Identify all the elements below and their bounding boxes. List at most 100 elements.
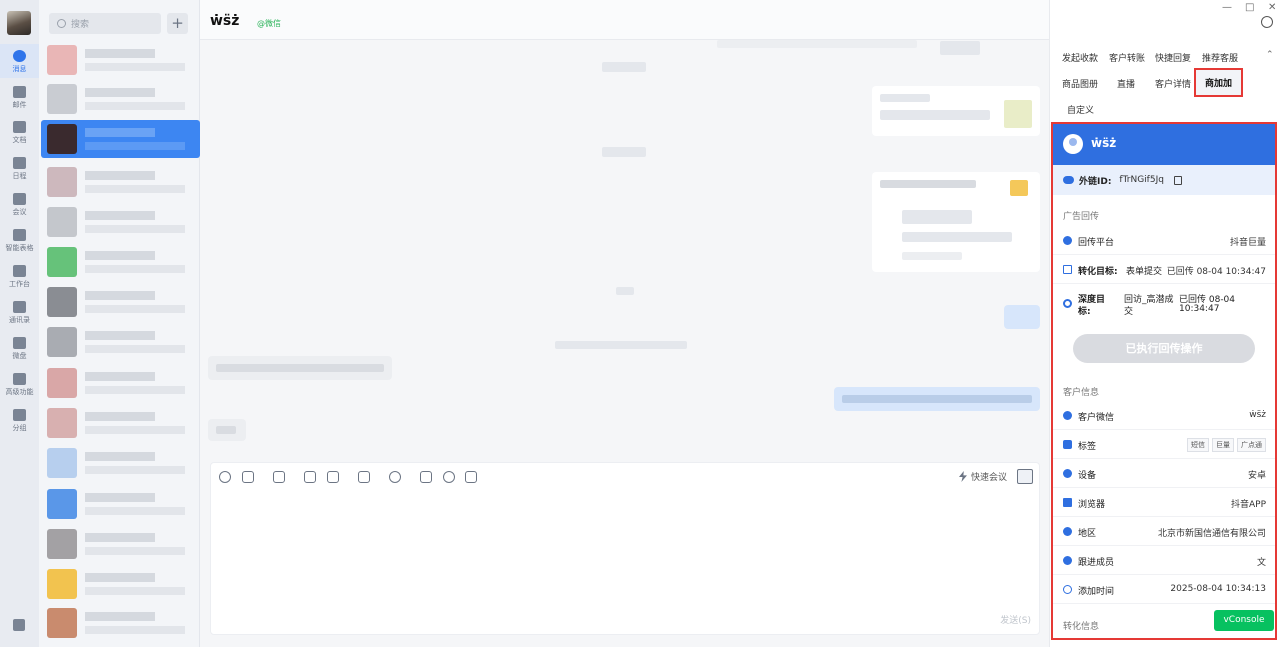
quick-meeting-button[interactable]: 快速会议 <box>958 470 1007 483</box>
screenshot-scissors-icon[interactable] <box>242 471 254 483</box>
file-icon[interactable] <box>304 471 316 483</box>
more-icon[interactable] <box>443 471 455 483</box>
conversation-avatar <box>47 489 77 519</box>
conversion-target-row: 转化目标: 表单提交 已回传 08-04 10:34:47 <box>1053 255 1275 284</box>
nav-item-advanced[interactable]: 高级功能 <box>0 367 39 401</box>
image-icon[interactable] <box>273 471 285 483</box>
conversation-item[interactable] <box>41 565 200 603</box>
nav-item-contacts[interactable]: 通讯录 <box>0 295 39 329</box>
tab-shangjiajia[interactable]: 商加加 <box>1194 68 1244 97</box>
side-panel-toggle-icon[interactable] <box>1017 469 1033 484</box>
customer-avatar <box>1063 134 1083 154</box>
vconsole-button[interactable]: vConsole <box>1214 610 1274 631</box>
conversation-avatar <box>47 327 77 357</box>
system-notice <box>555 341 687 349</box>
nav-item-drive[interactable]: 微盘 <box>0 331 39 365</box>
nav-item-smart-table[interactable]: 智能表格 <box>0 223 39 257</box>
conversation-item[interactable] <box>41 323 200 361</box>
nav-item-messages[interactable]: 消息 <box>0 44 39 78</box>
message-bubble[interactable] <box>208 419 246 441</box>
code-icon <box>1063 498 1072 507</box>
chat-bubble-icon <box>13 49 26 62</box>
folder-icon[interactable] <box>358 471 370 483</box>
conversation-item[interactable] <box>41 203 200 241</box>
building-icon[interactable] <box>13 619 25 631</box>
window-close-button[interactable]: ✕ <box>1268 2 1276 13</box>
user-avatar[interactable] <box>7 11 31 35</box>
add-button[interactable]: + <box>167 13 188 34</box>
conversation-item-selected[interactable] <box>41 120 200 158</box>
conversation-item[interactable] <box>41 404 200 442</box>
conversation-list: 搜索 + <box>39 0 200 647</box>
deep-target-row: 深度目 标: 回访_高潜成 交 已回传 08-04 10:34:47 <box>1053 284 1275 326</box>
message-content <box>717 40 917 48</box>
message-bubble-mine[interactable] <box>1004 305 1040 329</box>
tag-chip[interactable]: 短信 <box>1187 438 1209 452</box>
message-bubble-mine[interactable] <box>834 387 1040 411</box>
video-meeting-icon <box>13 192 26 205</box>
copy-icon[interactable] <box>1173 175 1182 185</box>
nav-item-meeting[interactable]: 会议 <box>0 187 39 221</box>
emoji-icon[interactable] <box>219 471 231 483</box>
conversation-item[interactable] <box>41 525 200 563</box>
conversation-item[interactable] <box>41 243 200 281</box>
window-minimize-button[interactable]: — <box>1222 2 1232 13</box>
nav-item-docs[interactable]: 文档 <box>0 115 39 149</box>
nav-item-groups[interactable]: 分组 <box>0 403 39 437</box>
search-icon <box>57 19 66 28</box>
conversation-item[interactable] <box>41 364 200 402</box>
chat-header: ẇs̈ż @微信 <box>200 0 1049 40</box>
tag-icon <box>1063 440 1072 449</box>
message-bubble[interactable] <box>872 172 1040 272</box>
add-contact-icon[interactable] <box>1261 16 1273 28</box>
phone-icon[interactable] <box>389 471 401 483</box>
customer-info-section-title: 客户信息 <box>1063 388 1100 398</box>
conversation-item[interactable] <box>41 41 200 79</box>
conversation-avatar <box>47 448 77 478</box>
tab-collect-payment[interactable]: 发起收款 <box>1062 51 1098 64</box>
tab-customer-details[interactable]: 客户详情 <box>1155 77 1191 90</box>
red-packet-icon[interactable] <box>420 471 432 483</box>
tab-customer-transfer[interactable]: 客户转账 <box>1109 51 1145 64</box>
conversation-avatar <box>47 247 77 277</box>
conversation-item[interactable] <box>41 283 200 321</box>
conversation-avatar <box>47 408 77 438</box>
conversation-avatar <box>47 287 77 317</box>
tab-live[interactable]: 直播 <box>1117 77 1135 90</box>
document-icon <box>13 120 26 133</box>
task-check-icon[interactable] <box>327 471 339 483</box>
conversation-item[interactable] <box>41 80 200 118</box>
conversation-item[interactable] <box>41 604 200 642</box>
callback-platform-row: 回传平台 抖音巨量 <box>1053 226 1275 255</box>
message-bubble[interactable] <box>872 86 1040 136</box>
nav-item-mail[interactable]: 邮件 <box>0 80 39 114</box>
nav-item-workbench[interactable]: 工作台 <box>0 259 39 293</box>
chat-title: ẇs̈ż <box>210 13 240 29</box>
collapse-tabs-icon[interactable]: ⌃ <box>1266 50 1274 60</box>
tag-chip[interactable]: 巨量 <box>1212 438 1234 452</box>
conversation-item[interactable] <box>41 444 200 482</box>
side-panel: — □ ✕ 发起收款 客户转账 快捷回复 推荐客服 ⌃ 商品图册 直播 客户详情… <box>1049 0 1284 647</box>
tab-custom[interactable]: 自定义 <box>1067 103 1094 116</box>
send-button[interactable]: 发送(S) <box>1000 613 1031 626</box>
conversation-item[interactable] <box>41 163 200 201</box>
tag-chip[interactable]: 广点通 <box>1237 438 1266 452</box>
message-composer[interactable]: 快速会议 发送(S) <box>210 462 1040 635</box>
message-bubble[interactable] <box>208 356 392 380</box>
add-time-row: 添加时间 2025-08-04 10:34:13 <box>1053 575 1275 604</box>
tab-quick-reply[interactable]: 快捷回复 <box>1155 51 1191 64</box>
share-upload-icon <box>1063 265 1072 274</box>
conversation-avatar <box>47 207 77 237</box>
contacts-icon <box>13 300 26 313</box>
calendar-icon <box>13 156 26 169</box>
nav-rail: 消息 邮件 文档 日程 会议 智能表格 工作台 通讯录 微盘 高级功能 分组 <box>0 0 39 647</box>
tab-recommend-service[interactable]: 推荐客服 <box>1202 51 1238 64</box>
window-maximize-button[interactable]: □ <box>1245 2 1254 13</box>
chat-record-icon[interactable] <box>465 471 477 483</box>
search-input[interactable]: 搜索 <box>49 13 161 34</box>
conversation-item[interactable] <box>41 485 200 523</box>
executed-callback-button[interactable]: 已执行回传操作 <box>1073 334 1255 363</box>
clock-icon <box>1063 585 1072 594</box>
tab-product-album[interactable]: 商品图册 <box>1062 77 1098 90</box>
nav-item-calendar[interactable]: 日程 <box>0 151 39 185</box>
